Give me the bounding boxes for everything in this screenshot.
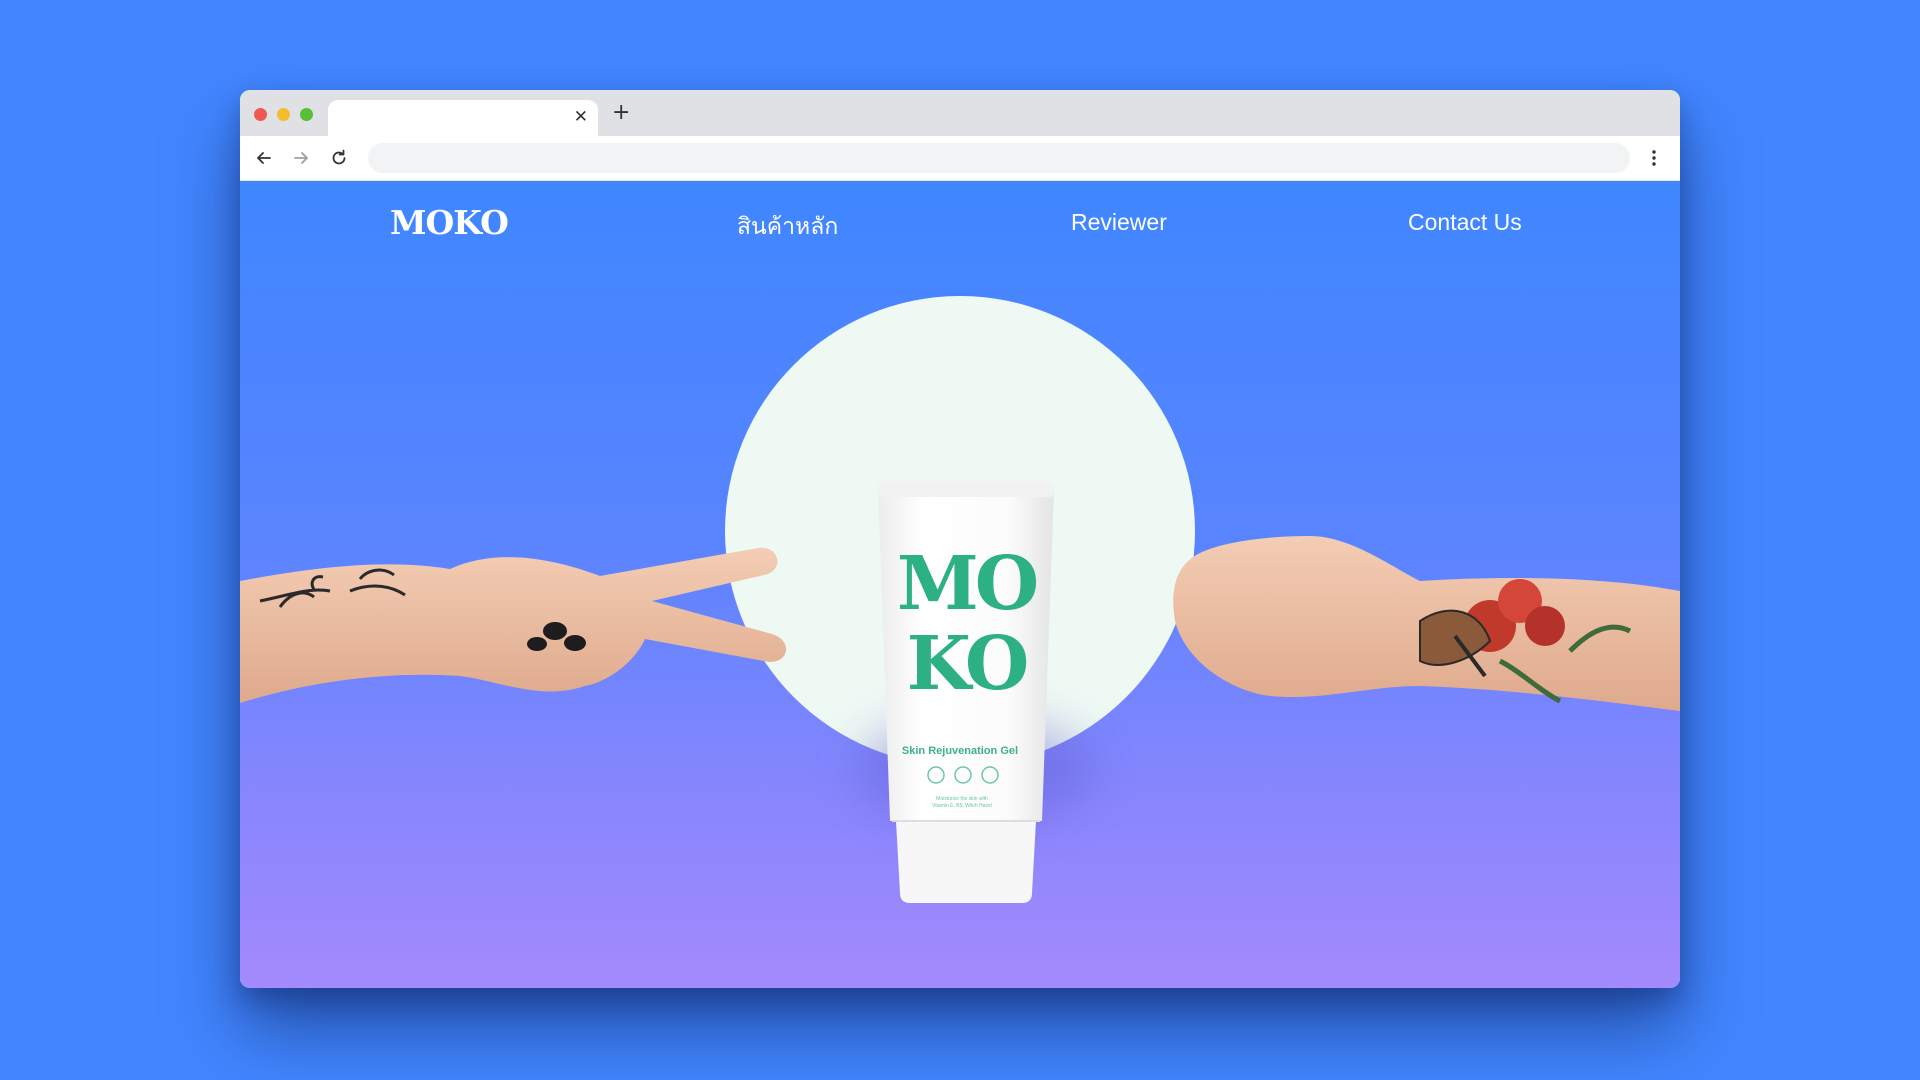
product-ingredients-line2: Vitamin E, B5, Witch Hazel <box>932 803 992 809</box>
close-tab-icon[interactable]: ✕ <box>574 108 588 126</box>
product-brand-top: MO <box>897 541 1037 627</box>
hero-illustration: MO KO Skin Rejuvenation Gel Moisturize t… <box>240 296 1680 903</box>
product-brand-bottom: KO <box>907 621 1027 707</box>
browser-tab[interactable]: ✕ <box>328 100 598 136</box>
address-bar[interactable] <box>368 143 1630 173</box>
right-hand-fist <box>1173 536 1680 711</box>
product-name: Skin Rejuvenation Gel <box>902 745 1018 757</box>
minimize-window-button[interactable] <box>277 108 290 121</box>
window-controls <box>254 108 313 121</box>
more-menu-icon[interactable] <box>1650 148 1658 168</box>
forward-arrow-icon[interactable] <box>291 148 311 168</box>
page-content: MOKO สินค้าหลัก Reviewer Contact Us MO K… <box>240 181 1680 988</box>
tab-bar: ✕ + <box>240 90 1680 136</box>
reload-icon[interactable] <box>329 148 349 168</box>
maximize-window-button[interactable] <box>300 108 313 121</box>
browser-toolbar <box>240 136 1680 181</box>
close-window-button[interactable] <box>254 108 267 121</box>
new-tab-button[interactable]: + <box>612 101 630 125</box>
product-ingredients-line1: Moisturize the skin with <box>936 796 988 802</box>
browser-window: ✕ + MOKO สินค้าหลัก Reviewer Contact Us <box>240 90 1680 988</box>
back-arrow-icon[interactable] <box>254 148 274 168</box>
left-hand-peace-sign <box>240 547 787 703</box>
